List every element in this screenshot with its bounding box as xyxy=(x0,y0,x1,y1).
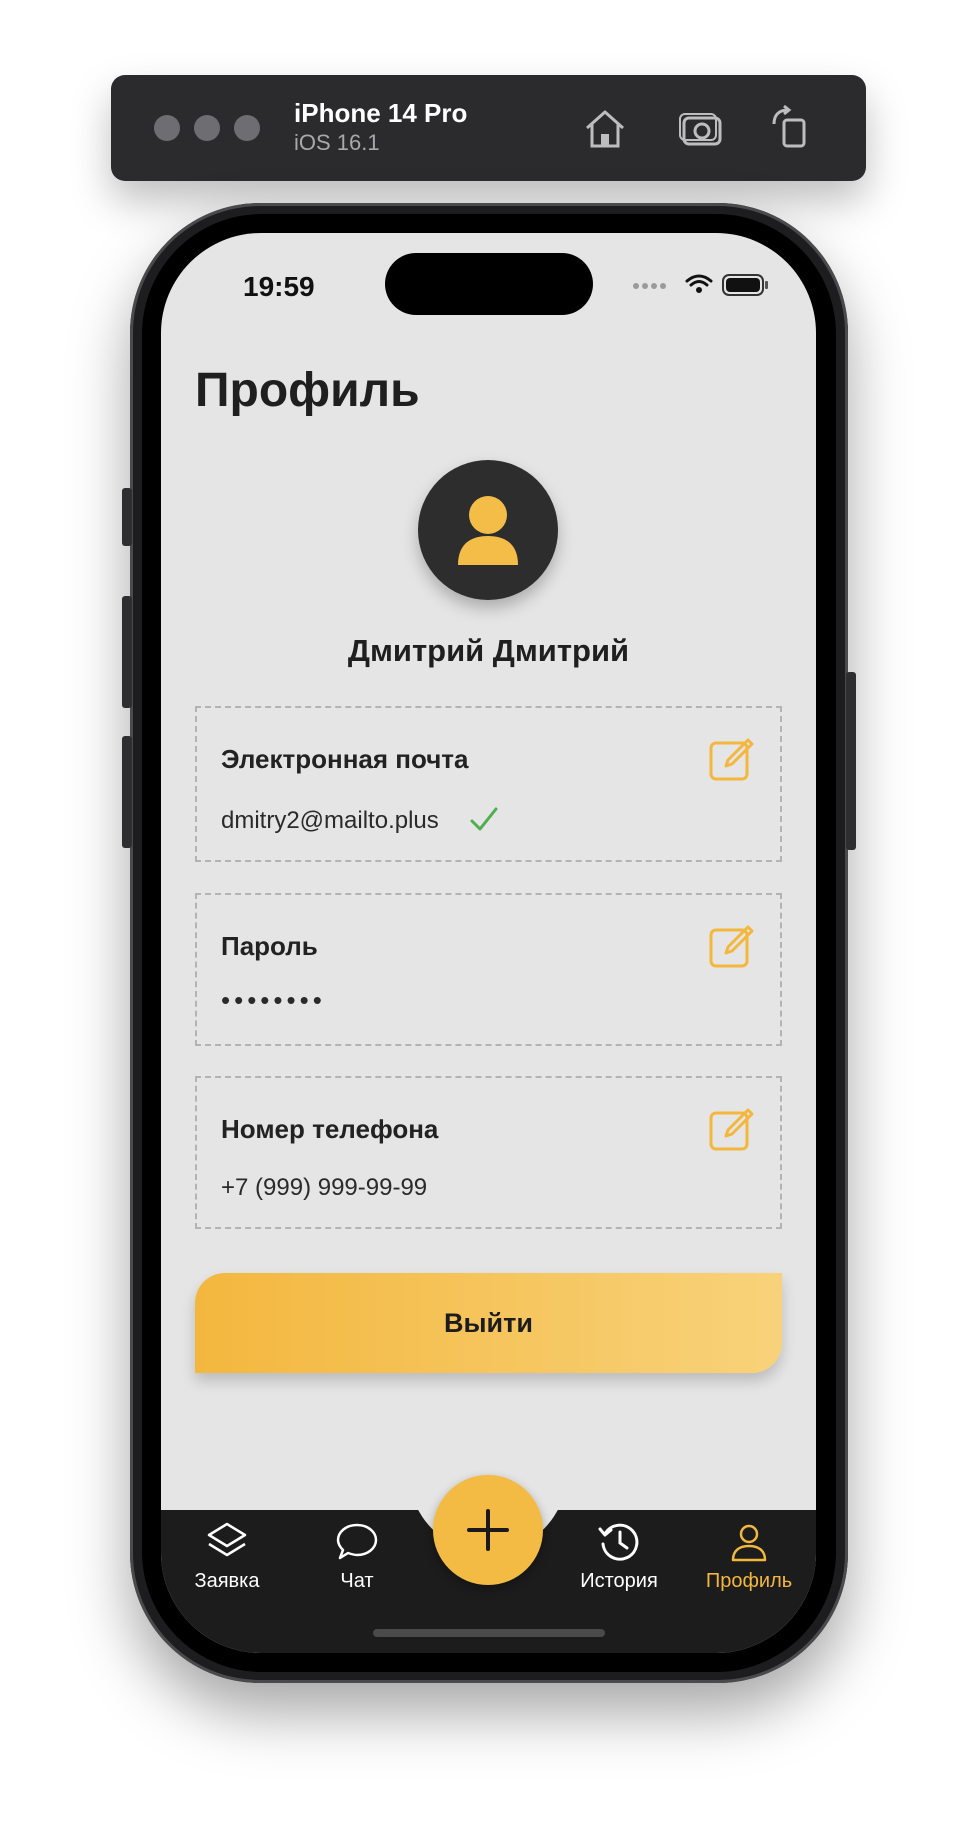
edit-email-icon[interactable] xyxy=(708,736,756,784)
password-card: Пароль •••••••• xyxy=(195,893,782,1046)
simulator-os-version: iOS 16.1 xyxy=(294,130,380,155)
plus-icon xyxy=(467,1509,509,1551)
profile-icon xyxy=(731,1524,767,1562)
tab-profile-label: Профиль xyxy=(705,1570,793,1592)
page-title: Профиль xyxy=(195,364,420,417)
user-avatar-icon xyxy=(458,496,518,565)
tab-profile[interactable]: Профиль xyxy=(689,1520,809,1593)
phone-card: Номер телефона +7 (999) 999-99-99 xyxy=(195,1076,782,1229)
edit-password-icon[interactable] xyxy=(708,923,756,971)
email-card: Электронная почта dmitry2@mailto.plus xyxy=(195,706,782,862)
simulator-device-name: iPhone 14 Pro xyxy=(294,98,468,128)
password-value: •••••••• xyxy=(221,985,326,1015)
edit-phone-icon[interactable] xyxy=(708,1106,756,1154)
user-name: Дмитрий Дмитрий xyxy=(347,633,630,668)
simulator-toolbar xyxy=(111,75,866,181)
signal-icon xyxy=(633,283,666,289)
tab-history-label: История xyxy=(580,1570,658,1592)
tab-request-label: Заявка xyxy=(194,1570,260,1592)
rotate-icon[interactable] xyxy=(766,104,814,152)
window-close-dot[interactable] xyxy=(154,115,180,141)
password-label: Пароль xyxy=(221,931,318,961)
screenshot-icon[interactable] xyxy=(678,104,726,152)
dynamic-island xyxy=(385,253,593,315)
tab-chat[interactable]: Чат xyxy=(297,1520,417,1593)
status-time: 19:59 xyxy=(243,271,315,302)
phone-label: Номер телефона xyxy=(221,1114,439,1144)
status-icons xyxy=(633,274,768,296)
verified-check-icon xyxy=(470,807,498,831)
history-icon xyxy=(598,1523,639,1561)
tab-request[interactable]: Заявка xyxy=(167,1520,287,1593)
home-icon[interactable] xyxy=(581,104,629,152)
wifi-icon xyxy=(685,274,713,287)
tab-chat-label: Чат xyxy=(340,1570,374,1592)
logout-button[interactable]: Выйти xyxy=(195,1273,782,1373)
chat-icon xyxy=(336,1523,378,1560)
phone-screen: 19:59 Профиль Дмитрий Дмитрий Электронна… xyxy=(161,233,816,1653)
avatar[interactable] xyxy=(418,460,558,600)
phone-value: +7 (999) 999-99-99 xyxy=(221,1174,428,1201)
power-button xyxy=(846,672,856,850)
volume-up-button xyxy=(122,596,132,708)
add-request-button[interactable] xyxy=(433,1475,543,1585)
email-value: dmitry2@mailto.plus xyxy=(221,807,439,834)
layers-icon xyxy=(207,1522,247,1557)
window-minimize-dot[interactable] xyxy=(194,115,220,141)
email-label: Электронная почта xyxy=(221,744,469,774)
home-indicator[interactable] xyxy=(373,1629,605,1637)
volume-down-button xyxy=(122,736,132,848)
tab-history[interactable]: История xyxy=(559,1520,679,1593)
window-zoom-dot[interactable] xyxy=(234,115,260,141)
mute-switch xyxy=(122,488,132,546)
battery-icon xyxy=(722,274,768,296)
